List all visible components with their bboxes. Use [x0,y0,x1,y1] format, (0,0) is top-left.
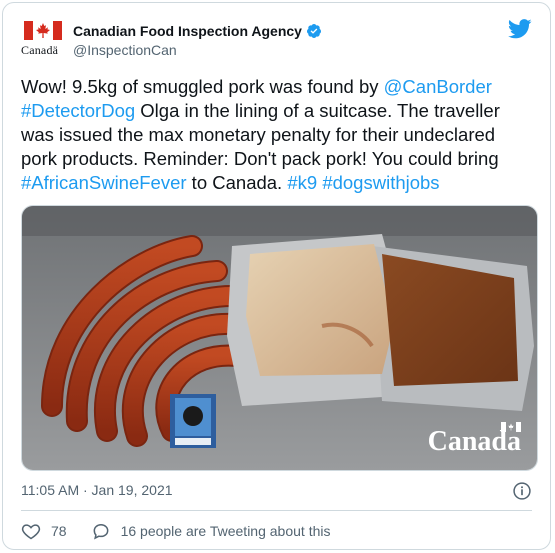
account-handle[interactable]: @InspectionCan [73,42,177,58]
hashtag-link[interactable]: #dogswithjobs [322,172,439,193]
tweet-text: Wow! 9.5kg of smuggled pork was found by… [21,75,536,195]
twitter-bird-icon[interactable] [508,19,532,39]
conversation-link[interactable]: 16 people are Tweeting about this [91,521,331,541]
canada-wordmark: Canadä [21,43,59,57]
display-name[interactable]: Canadian Food Inspection Agency [73,23,302,39]
chat-bubble-icon [93,523,108,540]
account-avatar[interactable]: Canadä [21,21,67,57]
tweet-actions: 78 16 people are Tweeting about this [21,521,330,541]
canada-flag-icon [24,21,62,40]
conversation-text: 16 people are Tweeting about this [120,523,331,539]
heart-icon [21,524,41,540]
maple-leaf-icon [36,23,50,38]
divider [21,510,532,511]
hashtag-link[interactable]: #AfricanSwineFever [21,172,187,193]
tweet-text-segment: Wow! 9.5kg of smuggled pork was found by [21,76,384,97]
verified-badge-icon [306,24,321,38]
tweet-timestamp[interactable]: 11:05 AM · Jan 19, 2021 [21,482,173,498]
like-button[interactable]: 78 [21,521,67,541]
tweet-text-segment: to Canada. [186,172,288,193]
hashtag-link[interactable]: #k9 [287,172,317,193]
hashtag-link[interactable]: #DetectorDog [21,100,135,121]
tweet-header: Canadä Canadian Food Inspection Agency @… [21,17,532,61]
mention-link[interactable]: @CanBorder [384,76,492,97]
like-count: 78 [51,523,67,539]
info-icon[interactable] [512,481,532,501]
tweet-image[interactable]: Canada [21,205,538,471]
tweet-card: Canadä Canadian Food Inspection Agency @… [2,2,551,550]
canada-watermark: Canada [427,426,521,457]
